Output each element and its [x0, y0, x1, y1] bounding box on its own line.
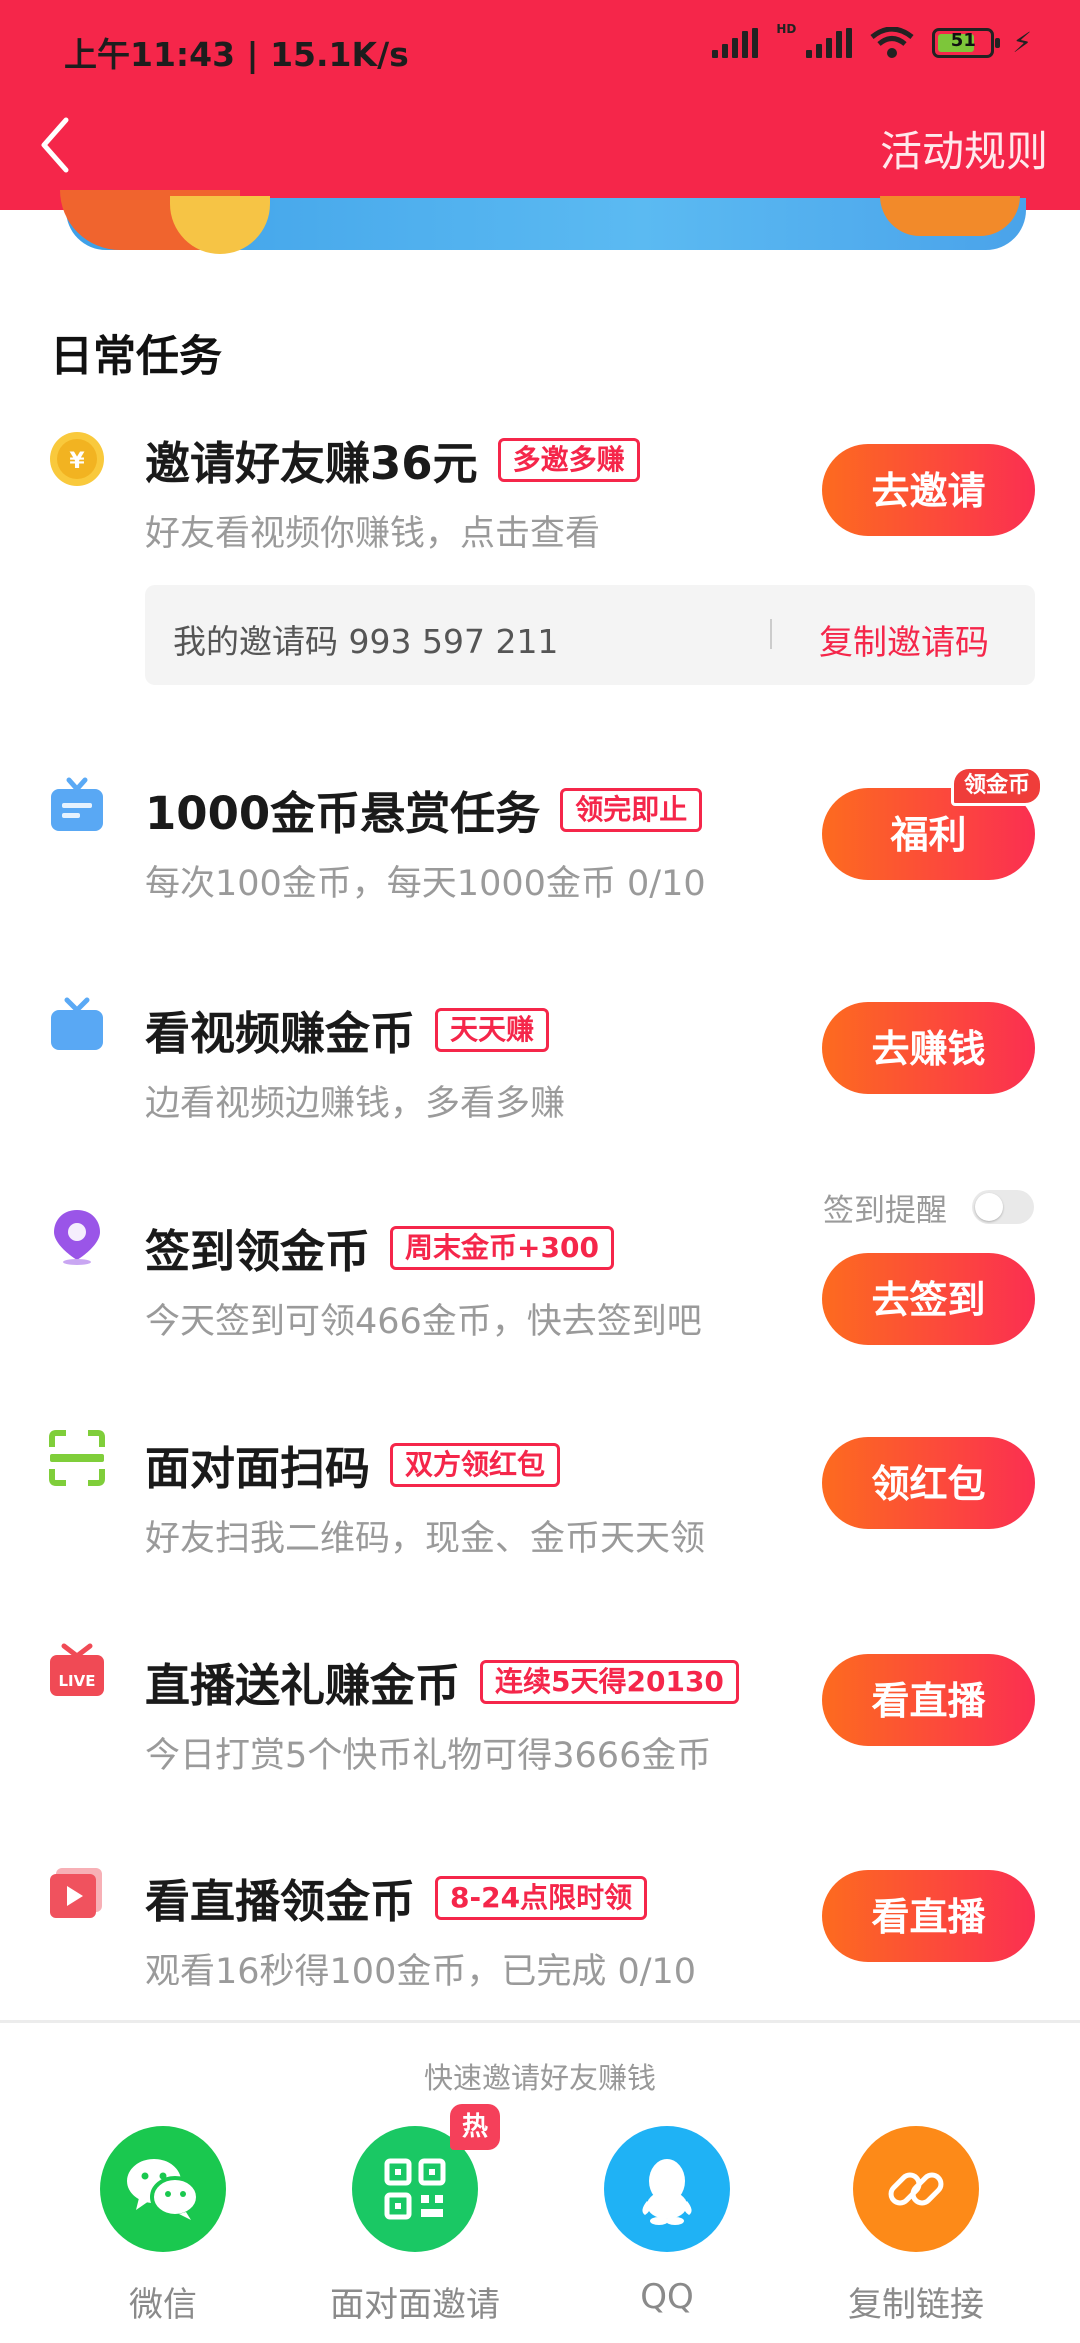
status-time-speed: 上午11:43 | 15.1K/s [64, 35, 409, 74]
hot-badge: 热 [450, 2104, 500, 2150]
wifi-icon [870, 26, 914, 58]
play-icon [50, 1868, 102, 1918]
checkin-reminder-label: 签到提醒 [823, 1193, 947, 1229]
divider [770, 619, 772, 649]
qq-icon[interactable] [604, 2126, 730, 2252]
share-label: 微信 [129, 2285, 197, 2325]
earn-money-button[interactable]: 去赚钱 [822, 1002, 1035, 1094]
banner-decoration [880, 196, 1020, 236]
invite-code-box: 我的邀请码 993 597 211 复制邀请码 [145, 585, 1035, 685]
location-pin-icon [54, 1210, 100, 1265]
header-bar: 上午11:43 | 15.1K/s HD 51 ⚡ 活动规则 [0, 0, 1080, 210]
share-panel-title: 快速邀请好友赚钱 [423, 2061, 656, 2095]
invite-code: 我的邀请码 993 597 211 [173, 622, 559, 661]
signal-icon [712, 27, 759, 58]
live-gift-icon: LIVE [50, 1643, 104, 1696]
share-wechat[interactable]: 微信 [53, 2126, 273, 2326]
hd-label: HD [776, 21, 797, 36]
task-badge: 天天赚 [435, 1007, 550, 1052]
share-panel: 快速邀请好友赚钱 微信 热 面对面邀请 QQ 复制链接 [0, 2020, 1080, 2343]
signal-icon [806, 27, 853, 58]
scan-icon [49, 1430, 105, 1486]
task-badge: 领完即止 [560, 787, 703, 832]
task-title: 邀请好友赚36元 [145, 437, 478, 490]
wechat-icon[interactable] [100, 2126, 226, 2252]
status-icons: HD 51 ⚡ [712, 22, 1032, 59]
claim-red-packet-button[interactable]: 领红包 [822, 1437, 1035, 1529]
tv-icon [51, 997, 103, 1050]
task-badge: 多邀多赚 [497, 437, 640, 482]
share-qq[interactable]: QQ [557, 2126, 777, 2317]
battery-icon: 51 [932, 27, 1001, 58]
watch-live-button[interactable]: 看直播 [822, 1870, 1035, 1962]
share-label: QQ [640, 2277, 694, 2317]
task-subtitle: 观看16秒得100金币，已完成 0/10 [145, 1952, 697, 1992]
task-subtitle: 今天签到可领466金币，快去签到吧 [145, 1302, 702, 1342]
qr-code-icon[interactable]: 热 [352, 2104, 500, 2252]
task-title: 看直播领金币 [145, 1875, 416, 1928]
task-badge: 双方领红包 [390, 1442, 561, 1487]
checkin-button[interactable]: 去签到 [822, 1253, 1035, 1345]
welfare-button[interactable]: 福利 领金币 [822, 766, 1043, 880]
task-badge: 周末金币+300 [390, 1225, 614, 1270]
task-subtitle: 每次100金币，每天1000金币 0/10 [145, 864, 706, 904]
gift-box-icon [51, 777, 103, 831]
charging-icon: ⚡ [1012, 26, 1032, 59]
share-copy-link[interactable]: 复制链接 [806, 2126, 1026, 2326]
coin-icon: ¥ [50, 432, 104, 486]
task-badge: 8-24点限时领 [435, 1875, 648, 1920]
task-badge: 连续5天得20130 [480, 1659, 739, 1704]
share-label: 面对面邀请 [330, 2285, 500, 2325]
task-title: 签到领金币 [145, 1225, 371, 1278]
activity-rules-link[interactable]: 活动规则 [880, 118, 1048, 179]
checkin-reminder-toggle[interactable] [972, 1190, 1034, 1224]
task-subtitle[interactable]: 好友看视频你赚钱，点击查看 [145, 505, 600, 556]
share-label: 复制链接 [848, 2285, 984, 2325]
task-title: 面对面扫码 [145, 1442, 371, 1495]
task-title: 1000金币悬赏任务 [145, 787, 541, 840]
watch-live-button[interactable]: 看直播 [822, 1654, 1035, 1746]
task-subtitle: 好友扫我二维码，现金、金币天天领 [145, 1519, 706, 1559]
svg-text:¥: ¥ [69, 449, 85, 474]
svg-text:LIVE: LIVE [59, 1672, 96, 1690]
link-icon[interactable] [853, 2126, 979, 2252]
share-face-to-face[interactable]: 热 面对面邀请 [305, 2104, 525, 2326]
invite-button[interactable]: 去邀请 [822, 444, 1035, 536]
task-subtitle: 边看视频边赚钱，多看多赚 [145, 1084, 566, 1124]
task-title: 看视频赚金币 [145, 1007, 416, 1060]
claim-coins-tag: 领金币 [950, 766, 1043, 806]
welfare-button-label: 福利 [890, 813, 967, 857]
back-arrow-icon[interactable] [34, 110, 78, 180]
task-subtitle: 今日打赏5个快币礼物可得3666金币 [145, 1736, 712, 1776]
section-title: 日常任务 [50, 332, 222, 382]
copy-invite-code-button[interactable]: 复制邀请码 [819, 615, 989, 664]
task-title: 直播送礼赚金币 [145, 1659, 461, 1712]
